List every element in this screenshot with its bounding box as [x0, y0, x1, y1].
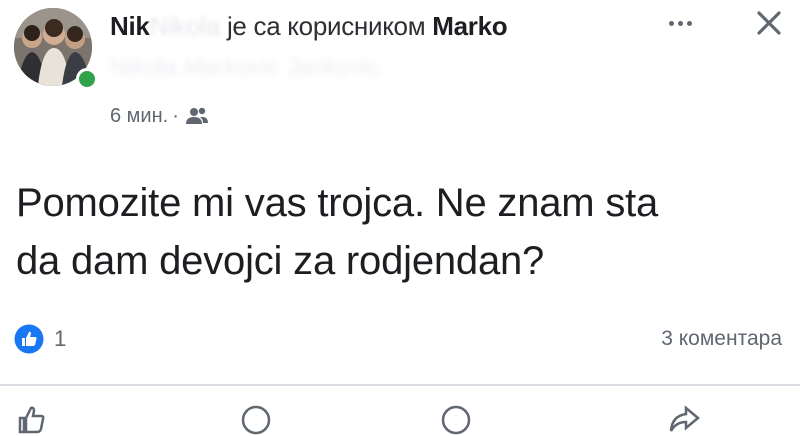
reaction-count[interactable]: 1 — [54, 324, 66, 354]
close-icon — [757, 11, 781, 35]
online-status-dot — [76, 68, 98, 90]
messenger-icon[interactable] — [440, 404, 472, 436]
post-time[interactable]: 6 мин. — [110, 102, 168, 130]
hidden-subtitle: Nikola Markovic Jankovic — [110, 54, 380, 81]
comment-icon[interactable] — [240, 404, 272, 436]
comments-count[interactable]: 3 коментара — [661, 324, 782, 354]
meta-separator: · — [172, 105, 179, 127]
like-icon[interactable] — [14, 324, 44, 354]
post-body-line: Pomozite mi vas trojca. Ne znam sta — [16, 181, 659, 225]
tagged-user[interactable]: Marko — [432, 11, 507, 41]
more-options-button[interactable] — [663, 10, 697, 36]
post-body-line: da dam devojci za rodjendan? — [16, 239, 545, 283]
with-text: је са корисником — [226, 11, 426, 41]
post-meta: 6 мин. · — [110, 102, 209, 130]
close-button[interactable] — [752, 6, 786, 40]
share-icon[interactable] — [668, 404, 700, 436]
friends-icon[interactable] — [185, 107, 209, 125]
author-name[interactable]: Nik — [110, 11, 150, 41]
author-name-hidden: Nikola — [149, 11, 221, 41]
thumbs-up-icon[interactable] — [14, 404, 46, 436]
post-body: Pomozite mi vas trojca. Ne znam sta da d… — [16, 174, 786, 290]
more-options-icon — [668, 20, 674, 26]
divider — [0, 384, 800, 386]
post-header: NikNikola је са корисником Marko — [110, 8, 508, 44]
